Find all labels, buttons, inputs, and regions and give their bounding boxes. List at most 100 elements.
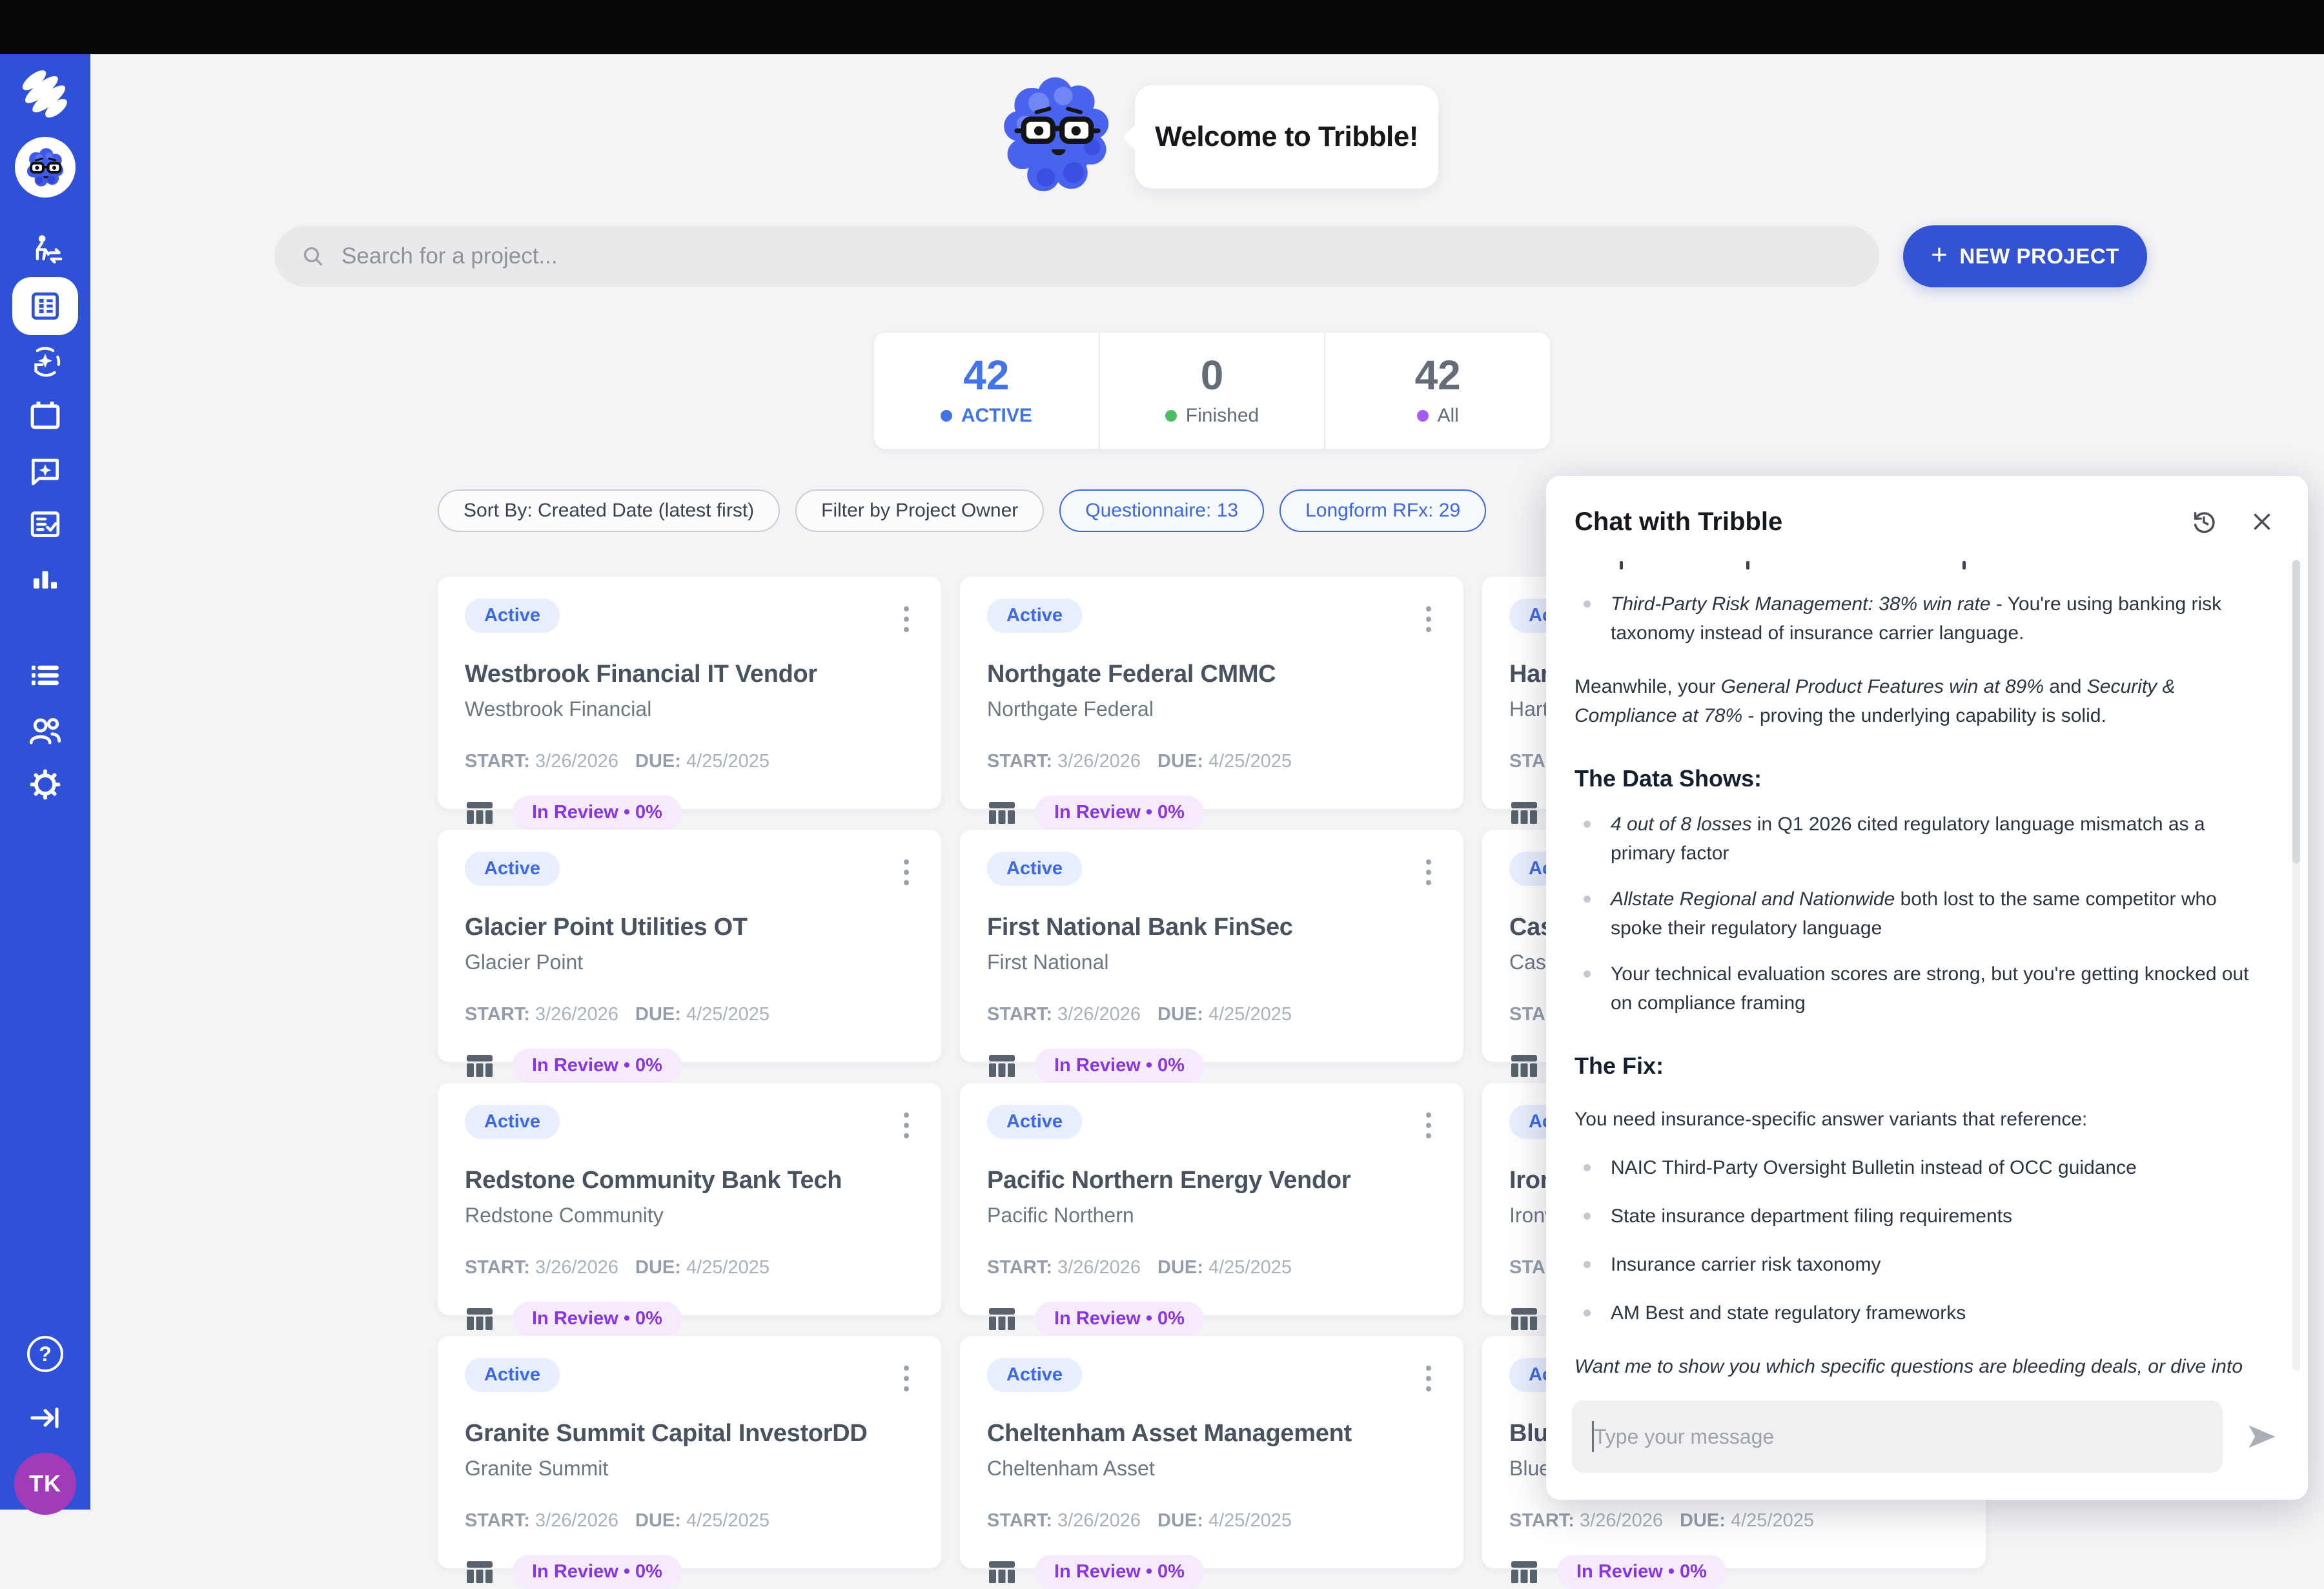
sort-by-chip[interactable]: Sort By: Created Date (latest first) xyxy=(438,489,780,532)
project-card[interactable]: Active Westbrook Financial IT Vendor Wes… xyxy=(438,577,941,809)
project-dates: START: 3/26/2026DUE: 4/25/2025 xyxy=(987,1510,1436,1532)
project-company: Redstone Community xyxy=(465,1204,914,1227)
project-card[interactable]: Active Glacier Point Utilities OT Glacie… xyxy=(438,830,941,1062)
status-badge: Active xyxy=(465,1358,560,1392)
chat-message-input[interactable] xyxy=(1594,1425,2201,1449)
project-title: First National Bank FinSec xyxy=(987,914,1436,941)
project-stats: 42 ACTIVE 0 Finished 42 All xyxy=(873,332,1551,449)
stat-all[interactable]: 42 All xyxy=(1324,333,1550,449)
stat-finished[interactable]: 0 Finished xyxy=(1099,333,1325,449)
project-dates: START: 3/26/2026DUE: 4/25/2025 xyxy=(987,751,1436,772)
project-dates: START: 3/26/2026DUE: 4/25/2025 xyxy=(987,1004,1436,1025)
questionnaire-chip[interactable]: Questionnaire: 13 xyxy=(1059,489,1264,532)
project-dates: START: 3/26/2026DUE: 4/25/2025 xyxy=(465,751,914,772)
all-dot xyxy=(1417,410,1429,422)
calendar-icon[interactable] xyxy=(27,397,63,433)
table-icon xyxy=(465,799,494,826)
progress-badge: In Review • 0% xyxy=(1035,795,1204,830)
kebab-menu-icon[interactable] xyxy=(1421,852,1436,893)
project-card[interactable]: Active Northgate Federal CMMC Northgate … xyxy=(960,577,1463,809)
project-dates: START: 3/26/2026DUE: 4/25/2025 xyxy=(465,1510,914,1532)
chat-close-icon[interactable] xyxy=(2245,504,2279,539)
chat-sparkle-icon[interactable] xyxy=(27,451,63,487)
kebab-menu-icon[interactable] xyxy=(1421,599,1436,640)
project-card[interactable]: Active Granite Summit Capital InvestorDD… xyxy=(438,1336,941,1568)
agent-transfer-icon[interactable] xyxy=(26,232,64,270)
kebab-menu-icon[interactable] xyxy=(899,1105,914,1146)
progress-badge: In Review • 0% xyxy=(513,1049,682,1083)
settings-gear-icon[interactable] xyxy=(27,766,63,803)
send-icon[interactable] xyxy=(2241,1416,2282,1457)
table-icon xyxy=(987,1306,1017,1333)
progress-badge: In Review • 0% xyxy=(1557,1555,1726,1589)
chat-paragraph: Meanwhile, your General Product Features… xyxy=(1575,672,2269,730)
kebab-menu-icon[interactable] xyxy=(1421,1105,1436,1146)
help-icon[interactable]: ? xyxy=(27,1336,63,1372)
progress-badge: In Review • 0% xyxy=(513,1302,682,1336)
chat-input-wrap[interactable] xyxy=(1572,1400,2223,1473)
logout-icon[interactable] xyxy=(28,1400,63,1435)
project-card[interactable]: Active Redstone Community Bank Tech Reds… xyxy=(438,1083,941,1315)
chat-bullet: Your technical evaluation scores are str… xyxy=(1575,959,2269,1018)
project-title: Westbrook Financial IT Vendor xyxy=(465,661,914,688)
stat-active[interactable]: 42 ACTIVE xyxy=(874,333,1099,449)
chat-paragraph: You need insurance-specific answer varia… xyxy=(1575,1105,2269,1134)
new-project-button[interactable]: + NEW PROJECT xyxy=(1903,225,2147,287)
sidebar: ? TK xyxy=(0,54,90,1510)
kebab-menu-icon[interactable] xyxy=(899,599,914,640)
table-icon xyxy=(1509,1559,1539,1586)
people-icon[interactable] xyxy=(26,712,64,750)
rows-list-icon[interactable] xyxy=(27,657,63,693)
table-icon xyxy=(987,1559,1017,1586)
filter-owner-chip[interactable]: Filter by Project Owner xyxy=(795,489,1044,532)
analytics-bar-chart-icon[interactable] xyxy=(28,562,63,597)
chat-bullet: NAIC Third-Party Oversight Bulletin inst… xyxy=(1575,1153,2269,1182)
project-card[interactable]: Active Cheltenham Asset Management Chelt… xyxy=(960,1336,1463,1568)
review-checklist-icon[interactable] xyxy=(27,506,63,542)
search-input[interactable] xyxy=(341,243,1853,269)
welcome-bubble: Welcome to Tribble! xyxy=(1135,85,1438,189)
project-dates: START: 3/26/2026DUE: 4/25/2025 xyxy=(465,1004,914,1025)
progress-badge: In Review • 0% xyxy=(1035,1555,1204,1589)
progress-badge: In Review • 0% xyxy=(1035,1049,1204,1083)
kebab-menu-icon[interactable] xyxy=(899,1358,914,1399)
chat-bullet: Third-Party Risk Management: 38% win rat… xyxy=(1575,589,2269,648)
tribble-logo-icon[interactable] xyxy=(15,65,75,124)
chat-bullet: AM Best and state regulatory frameworks xyxy=(1575,1298,2269,1328)
user-avatar[interactable]: TK xyxy=(14,1453,76,1515)
tribble-mascot xyxy=(999,70,1116,199)
top-bar xyxy=(0,0,2324,54)
active-dot xyxy=(941,410,952,422)
sidebar-item-projects-active[interactable] xyxy=(12,277,78,335)
text-caret xyxy=(1592,1421,1594,1452)
status-badge: Active xyxy=(987,599,1082,633)
chat-footer xyxy=(1546,1384,2308,1500)
chat-title: Chat with Tribble xyxy=(1575,507,2185,537)
chat-bullet: Insurance carrier risk taxonomy xyxy=(1575,1250,2269,1279)
longform-rfx-chip[interactable]: Longform RFx: 29 xyxy=(1279,489,1486,532)
kebab-menu-icon[interactable] xyxy=(899,852,914,893)
search-icon xyxy=(300,243,326,269)
project-card[interactable]: Active First National Bank FinSec First … xyxy=(960,830,1463,1062)
project-dates: START: 3/26/2026DUE: 4/25/2025 xyxy=(465,1257,914,1278)
clipped-scroll-line xyxy=(1611,559,2269,573)
welcome-text: Welcome to Tribble! xyxy=(1155,121,1418,153)
table-icon xyxy=(1509,799,1539,826)
status-badge: Active xyxy=(987,1358,1082,1392)
status-badge: Active xyxy=(465,1105,560,1139)
filter-bar: Sort By: Created Date (latest first) Fil… xyxy=(438,489,1486,532)
kebab-menu-icon[interactable] xyxy=(1421,1358,1436,1399)
project-card[interactable]: Active Pacific Northern Energy Vendor Pa… xyxy=(960,1083,1463,1315)
assistant-avatar[interactable] xyxy=(15,137,76,198)
sync-sparkle-icon[interactable] xyxy=(26,343,64,380)
status-badge: Active xyxy=(465,852,560,886)
chat-scrollbar-thumb[interactable] xyxy=(2292,560,2300,863)
finished-dot xyxy=(1165,410,1177,422)
chat-bullet-list-3: NAIC Third-Party Oversight Bulletin inst… xyxy=(1575,1153,2269,1328)
project-title: Granite Summit Capital InvestorDD xyxy=(465,1420,914,1448)
project-search[interactable] xyxy=(274,226,1879,287)
progress-badge: In Review • 0% xyxy=(1035,1302,1204,1336)
chat-history-icon[interactable] xyxy=(2185,503,2223,540)
table-icon xyxy=(1509,1306,1539,1333)
project-title: Redstone Community Bank Tech xyxy=(465,1167,914,1194)
